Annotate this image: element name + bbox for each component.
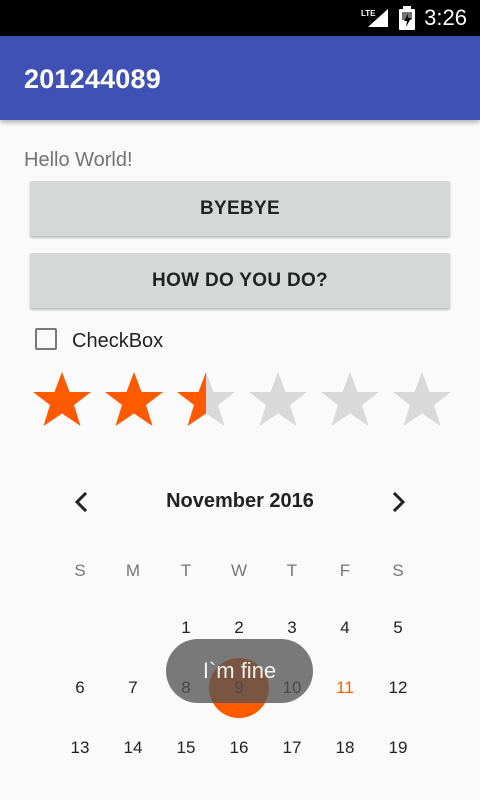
app-title: 201244089: [24, 64, 161, 94]
status-time: 3:26: [424, 5, 467, 30]
checkbox-control[interactable]: CheckBox: [35, 328, 215, 356]
star-icon[interactable]: [318, 368, 382, 432]
rating-bar[interactable]: [30, 368, 462, 432]
star-icon[interactable]: [102, 368, 166, 432]
calendar-day[interactable]: 7: [113, 676, 153, 700]
app-bar: 201244089: [0, 36, 480, 120]
weekday-label: T: [180, 561, 192, 580]
calendar-day[interactable]: 17: [272, 736, 312, 760]
calendar-day[interactable]: 18: [325, 736, 365, 760]
calendar-header: November 2016: [60, 484, 420, 520]
calendar-day[interactable]: 6: [60, 676, 100, 700]
android-screen: LTE 3:26 201244089 Hello World! BYEBYE H…: [0, 0, 480, 800]
weekday-label: T: [286, 561, 298, 580]
calendar-day[interactable]: 4: [325, 616, 365, 640]
star-icon[interactable]: [246, 368, 310, 432]
calendar-day[interactable]: 12: [378, 676, 418, 700]
weekday-label: S: [392, 561, 404, 580]
star-icon[interactable]: [30, 368, 94, 432]
calendar-day[interactable]: 1: [166, 616, 206, 640]
calendar-day[interactable]: 3: [272, 616, 312, 640]
how-do-you-do-button[interactable]: HOW DO YOU DO?: [30, 253, 450, 308]
calendar-day[interactable]: 2: [219, 616, 259, 640]
lte-signal-icon: LTE: [361, 9, 388, 27]
battery-icon: [399, 6, 415, 30]
network-label: LTE: [361, 9, 376, 18]
weekday-label: S: [74, 561, 86, 580]
checkbox-unchecked-icon[interactable]: [35, 328, 57, 350]
calendar-day[interactable]: 13: [60, 736, 100, 760]
calendar-day[interactable]: 11: [325, 676, 365, 700]
calendar-day[interactable]: 14: [113, 736, 153, 760]
byebye-button[interactable]: BYEBYE: [30, 181, 450, 236]
calendar-month-title: November 2016: [166, 490, 314, 512]
hello-text: Hello World!: [24, 149, 133, 171]
star-icon[interactable]: [390, 368, 454, 432]
calendar-day[interactable]: 5: [378, 616, 418, 640]
calendar-day[interactable]: 15: [166, 736, 206, 760]
star-icon[interactable]: [174, 368, 238, 432]
weekday-label: F: [339, 561, 351, 580]
chevron-right-icon[interactable]: [386, 490, 410, 514]
toast-message: I`m fine: [166, 639, 313, 703]
weekday-label: W: [230, 561, 248, 580]
weekday-label: M: [125, 561, 141, 580]
status-bar: LTE 3:26: [0, 0, 480, 36]
checkbox-label[interactable]: CheckBox: [72, 329, 163, 353]
calendar-day[interactable]: 19: [378, 736, 418, 760]
calendar-day[interactable]: 16: [219, 736, 259, 760]
